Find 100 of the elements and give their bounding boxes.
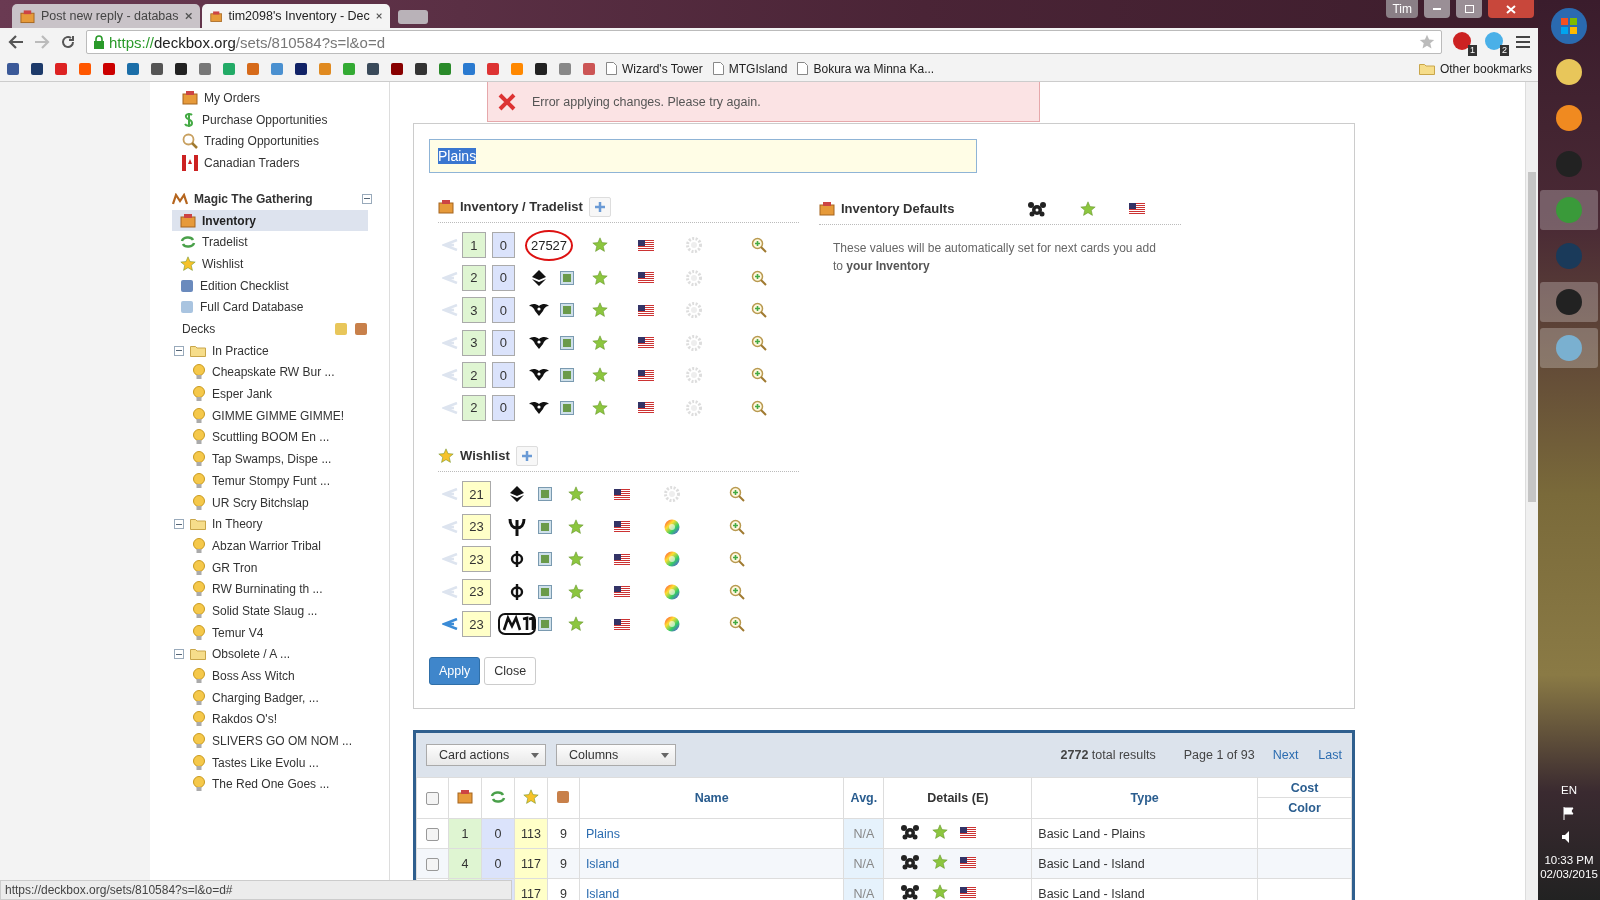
column-header[interactable]: Name xyxy=(579,777,844,819)
start-button[interactable] xyxy=(1549,6,1589,46)
language-indicator[interactable]: EN xyxy=(1561,784,1577,796)
count-field[interactable]: 23 xyxy=(462,611,491,638)
row-checkbox[interactable] xyxy=(426,827,439,841)
sidebar-item[interactable]: Edition Checklist xyxy=(172,274,368,297)
browser-tab[interactable]: Post new reply - databas xyxy=(12,4,200,28)
count-field[interactable]: 3 xyxy=(462,329,486,356)
apply-button[interactable]: Apply xyxy=(429,656,481,685)
zoom-icon[interactable] xyxy=(729,551,745,568)
deck-link[interactable]: RW Burninating th ... xyxy=(172,578,368,601)
count-field[interactable]: 2 xyxy=(462,394,486,421)
zoom-icon[interactable] xyxy=(751,367,767,384)
dropdown[interactable]: Columns xyxy=(556,744,676,766)
zoom-icon[interactable] xyxy=(729,518,745,535)
trade-field[interactable]: 0 xyxy=(491,232,515,259)
zoom-icon[interactable] xyxy=(729,583,745,600)
count-field[interactable]: 2 xyxy=(462,362,486,389)
count-field[interactable]: 23 xyxy=(462,578,491,605)
column-header[interactable]: Cost xyxy=(1258,778,1351,798)
card-link[interactable]: Plains xyxy=(585,826,620,841)
deck-link[interactable]: Cheapskate RW Bur ... xyxy=(172,361,368,384)
count-field[interactable]: 21 xyxy=(462,481,491,508)
sidebar-link[interactable]: Purchase Opportunities xyxy=(172,108,368,131)
sidebar-link[interactable]: My Orders xyxy=(172,87,368,109)
zoom-icon[interactable] xyxy=(729,486,745,503)
row-checkbox[interactable] xyxy=(426,857,439,871)
back-icon[interactable] xyxy=(8,35,24,49)
deck-link[interactable]: UR Scry Bitchslap xyxy=(172,491,368,514)
deck-link[interactable]: Solid State Slaug ... xyxy=(172,600,368,622)
zoom-icon[interactable] xyxy=(729,616,745,633)
count-field[interactable]: 3 xyxy=(462,297,486,324)
deck-link[interactable]: GR Tron xyxy=(172,556,368,579)
bookmark[interactable]: MTGIsland xyxy=(712,61,788,76)
card-link[interactable]: Island xyxy=(585,856,620,871)
card-link[interactable]: Island xyxy=(585,886,620,900)
scrollbar-thumb[interactable] xyxy=(1528,172,1536,502)
deck-link[interactable]: The Red One Goes ... xyxy=(172,773,368,796)
zoom-icon[interactable] xyxy=(751,269,767,286)
sidebar-item[interactable]: Tradelist xyxy=(172,231,368,254)
add-button[interactable] xyxy=(588,196,611,217)
user-badge[interactable]: Tim xyxy=(1386,0,1418,18)
folder-toggle[interactable] xyxy=(174,345,184,356)
close-button[interactable] xyxy=(1488,0,1534,18)
add-button[interactable] xyxy=(515,445,538,466)
bookmark[interactable]: Bokura wa Minna Ka... xyxy=(797,61,935,76)
deck-link[interactable]: Charging Badger, ... xyxy=(172,686,368,709)
deck-link[interactable]: Temur Stompy Funt ... xyxy=(172,470,368,492)
other-bookmarks[interactable]: Other bookmarks xyxy=(1418,61,1532,76)
address-bar[interactable]: https://deckbox.org/sets/810584?s=l&o=d xyxy=(86,30,1442,54)
deck-link[interactable]: Esper Jank xyxy=(172,383,368,405)
zoom-icon[interactable] xyxy=(751,399,767,416)
extension-icon[interactable] xyxy=(1452,31,1472,51)
deck-link[interactable]: GIMME GIMME GIMME! xyxy=(172,404,368,427)
close-icon[interactable] xyxy=(375,12,382,20)
trade-field[interactable]: 0 xyxy=(491,297,515,324)
folder-name[interactable]: In Theory xyxy=(212,517,263,532)
column-header[interactable]: Details (E) xyxy=(883,777,1032,819)
zoom-icon[interactable] xyxy=(751,302,767,319)
deck-link[interactable]: SLIVERS GO OM NOM ... xyxy=(172,730,368,752)
trade-field[interactable]: 0 xyxy=(491,362,515,389)
minimize-button[interactable] xyxy=(1424,0,1450,18)
card-name-field[interactable]: Plains xyxy=(429,139,977,173)
deck-link[interactable]: Tastes Like Evolu ... xyxy=(172,751,368,774)
column-header[interactable]: Avg. xyxy=(843,777,884,819)
deck-link[interactable]: Tap Swamps, Dispe ... xyxy=(172,448,368,470)
select-all-checkbox[interactable] xyxy=(426,792,439,806)
count-field[interactable]: 23 xyxy=(462,546,491,573)
reload-icon[interactable] xyxy=(60,34,76,50)
collapse-toggle[interactable] xyxy=(362,193,372,204)
sidebar-link[interactable]: Trading Opportunities xyxy=(172,130,368,153)
deck-link[interactable]: Rakdos O's! xyxy=(172,708,368,731)
count-field[interactable]: 1 xyxy=(462,232,486,259)
pagination-link[interactable]: Next xyxy=(1272,748,1299,762)
deck-link[interactable]: Temur V4 xyxy=(172,621,368,644)
pagination-link[interactable]: Last xyxy=(1318,748,1342,762)
folder-name[interactable]: Obsolete / A ... xyxy=(212,647,291,662)
deck-link[interactable]: Scuttling BOOM En ... xyxy=(172,426,368,449)
sidebar-link[interactable]: Canadian Traders xyxy=(172,152,368,174)
maximize-button[interactable] xyxy=(1456,0,1482,18)
dropdown[interactable]: Card actions xyxy=(426,744,546,766)
star-icon[interactable] xyxy=(1419,34,1435,50)
extension-icon[interactable] xyxy=(1484,31,1504,51)
share-icon[interactable] xyxy=(442,618,458,631)
deck-link[interactable]: Boss Ass Witch xyxy=(172,665,368,687)
folder-name[interactable]: In Practice xyxy=(212,343,269,358)
count-field[interactable]: 2 xyxy=(462,264,486,291)
flag-icon[interactable] xyxy=(1562,806,1576,820)
close-button[interactable]: Close xyxy=(484,656,537,685)
column-header[interactable]: Color xyxy=(1258,798,1351,818)
count-field[interactable]: 23 xyxy=(462,513,491,540)
sidebar-item[interactable]: Inventory xyxy=(172,209,368,232)
sidebar-item[interactable]: Wishlist xyxy=(172,253,368,275)
bookmark[interactable]: Wizard's Tower xyxy=(606,61,703,76)
sidebar-item[interactable]: Full Card Database xyxy=(172,296,368,319)
column-header[interactable]: Type xyxy=(1031,777,1258,819)
zoom-icon[interactable] xyxy=(751,237,767,254)
close-icon[interactable] xyxy=(184,12,192,20)
folder-toggle[interactable] xyxy=(174,649,184,660)
browser-tab[interactable]: tim2098's Inventory - Dec xyxy=(202,4,390,28)
